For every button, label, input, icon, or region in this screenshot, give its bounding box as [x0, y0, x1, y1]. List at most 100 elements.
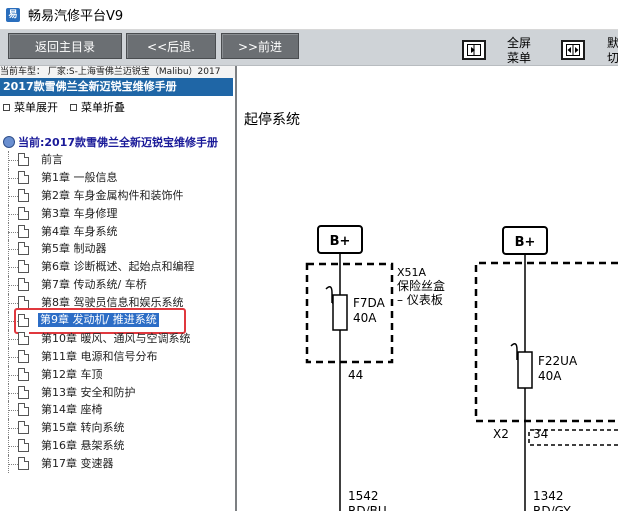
fuse2-name: F22UA: [538, 354, 578, 368]
fuse1-pin: 44: [348, 368, 363, 382]
tree-line: [8, 177, 18, 179]
document-icon: [18, 170, 29, 184]
tree-item[interactable]: 第6章 诊断概述、起始点和编程: [0, 258, 233, 277]
manual-title: 2017款雪佛兰全新迈锐宝维修手册: [0, 78, 233, 96]
title-bar: 易 畅易汽修平台V9: [0, 0, 618, 30]
fuse-f7da: [332, 294, 348, 331]
tree-item-label: 第13章 安全和防护: [41, 385, 136, 399]
tree-line: [8, 410, 18, 412]
tree-line: [8, 428, 18, 430]
document-icon: [18, 206, 29, 220]
document-icon: [18, 403, 29, 417]
split-view-icon[interactable]: [561, 40, 585, 60]
back-to-main-button[interactable]: 返回主目录: [8, 33, 122, 59]
tree-item[interactable]: 第7章 传动系统/ 车桥: [0, 276, 233, 295]
tree-item[interactable]: 第3章 车身修理: [0, 204, 233, 223]
document-icon: [18, 188, 29, 202]
tree-item-label: 第10章 暖风、通风与空调系统: [41, 331, 191, 345]
tree-item-label: 第16章 悬架系统: [41, 439, 125, 453]
tree-line: [8, 356, 18, 358]
wiring-diagram: B+ F7DA 40A 44 X51A 保险丝盒 – 仪表板 1542 RD/B…: [305, 225, 618, 511]
tree-item-label: 第3章 车身修理: [41, 206, 118, 220]
document-icon: [18, 153, 29, 166]
document-icon: [18, 457, 29, 471]
tree-item[interactable]: 第16章 悬架系统: [0, 437, 233, 456]
fuse2-pin: 34: [533, 427, 548, 441]
bplus-left-label: B+: [330, 234, 351, 249]
document-icon: [18, 349, 29, 363]
tree-item[interactable]: 第14章 座椅: [0, 401, 233, 420]
tree-item[interactable]: 第17章 变速器: [0, 455, 233, 474]
app-logo-icon: 易: [6, 7, 20, 22]
tree-item[interactable]: 第12章 车顶: [0, 365, 233, 384]
fuse-box-code: X51A: [397, 266, 427, 279]
fuse-box-right: [474, 261, 618, 423]
tree-item-label: 第11章 电源和信号分布: [41, 349, 158, 363]
tree-item-label: 第14章 座椅: [41, 403, 103, 417]
document-icon: [18, 367, 29, 381]
tree-item-label: 前言: [41, 153, 63, 166]
menu-collapse-button[interactable]: 菜单折叠: [70, 100, 125, 114]
current-car-type: 当前车型： 厂家:S-上海雪佛兰迈锐宝（Malibu）2017: [0, 66, 236, 78]
wire1-color: RD/BU: [348, 504, 387, 511]
tree-line: [8, 231, 18, 233]
fullscreen-menu-label[interactable]: 全屏 菜单: [507, 36, 531, 66]
fullscreen-menu-icon[interactable]: [462, 40, 486, 60]
content-pane: 起停系统 B+ F7DA 40A 44 X51A 保险丝盒 – 仪表板 1542…: [237, 66, 618, 511]
tree-line: [8, 303, 18, 305]
document-icon: [18, 278, 29, 292]
forward-button[interactable]: >>前进: [221, 33, 299, 59]
fuse-box-line1: 保险丝盒: [397, 278, 445, 293]
tree-line: [8, 338, 18, 340]
tree-item[interactable]: 第2章 车身金属构件和装饰件: [0, 186, 233, 205]
tree-line: [8, 159, 18, 161]
tree-line: [8, 195, 18, 197]
menu-expand-button[interactable]: 菜单展开: [3, 100, 58, 114]
document-icon: [18, 260, 29, 274]
fuse1-rating: 40A: [353, 311, 377, 325]
book-icon: [3, 136, 15, 148]
tree-line: [8, 392, 18, 394]
tree-item[interactable]: 第15章 转向系统: [0, 419, 233, 438]
document-icon: [18, 385, 29, 399]
tree-item-selected[interactable]: 第9章 发动机/ 推进系统: [0, 308, 233, 335]
back-button[interactable]: <<后退.: [126, 33, 216, 59]
fuse2-rating: 40A: [538, 369, 562, 383]
tree-item[interactable]: 前言: [0, 151, 233, 169]
wire2-num: 1342: [533, 489, 564, 503]
tree-item-label: 第6章 诊断概述、起始点和编程: [41, 260, 195, 274]
fuse-box-line2: – 仪表板: [397, 293, 443, 307]
window-title: 畅易汽修平台V9: [28, 9, 124, 24]
tree-line: [8, 446, 18, 448]
fuse-f22ua: [517, 351, 533, 389]
document-icon: [18, 439, 29, 453]
document-icon: [18, 224, 29, 238]
fuse-box-left: [305, 262, 394, 364]
chapter-tree: 前言第1章 一般信息第2章 车身金属构件和装饰件 第3章 车身修理 第4章 车身系统…: [0, 151, 233, 474]
tree-item-label: 第17章 变速器: [41, 457, 114, 471]
tree-item-label: 第2章 车身金属构件和装饰件: [41, 188, 184, 202]
tree-item[interactable]: 第1章 一般信息: [0, 168, 233, 187]
tree-root[interactable]: 当前:2017款雪佛兰全新迈锐宝维修手册: [3, 134, 218, 150]
default-switch-label[interactable]: 默 切: [607, 36, 618, 66]
tree-item-label: 第1章 一般信息: [41, 170, 118, 184]
tree-item[interactable]: 第13章 安全和防护: [0, 383, 233, 402]
document-icon: [18, 421, 29, 435]
toolbar: 返回主目录 <<后退. >>前进 全屏 菜单 默 切: [0, 30, 618, 66]
left-pane: 2017款雪佛兰全新迈锐宝维修手册 菜单展开 菜单折叠 当前:2017款雪佛兰全…: [0, 78, 235, 511]
tree-item[interactable]: 第5章 制动器: [0, 240, 233, 259]
tree-item-label: 第4章 车身系统: [41, 224, 118, 238]
tree-item[interactable]: 第4章 车身系统: [0, 222, 233, 241]
tree-item-label: 第15章 转向系统: [41, 421, 125, 435]
bplus-right-label: B+: [515, 235, 536, 250]
tree-item-label: 第7章 传动系统/ 车桥: [41, 278, 147, 292]
tree-item[interactable]: 第11章 电源和信号分布: [0, 347, 233, 366]
tree-item[interactable]: 第10章 暖风、通风与空调系统: [0, 329, 233, 348]
tree-root-label: 当前:2017款雪佛兰全新迈锐宝维修手册: [18, 136, 219, 149]
tree-line: [8, 374, 18, 376]
tree-item-label: 第5章 制动器: [41, 242, 107, 256]
wire1-num: 1542: [348, 489, 379, 503]
tree-line: [8, 213, 18, 215]
document-icon: [18, 331, 29, 345]
tree-line: [8, 267, 18, 269]
